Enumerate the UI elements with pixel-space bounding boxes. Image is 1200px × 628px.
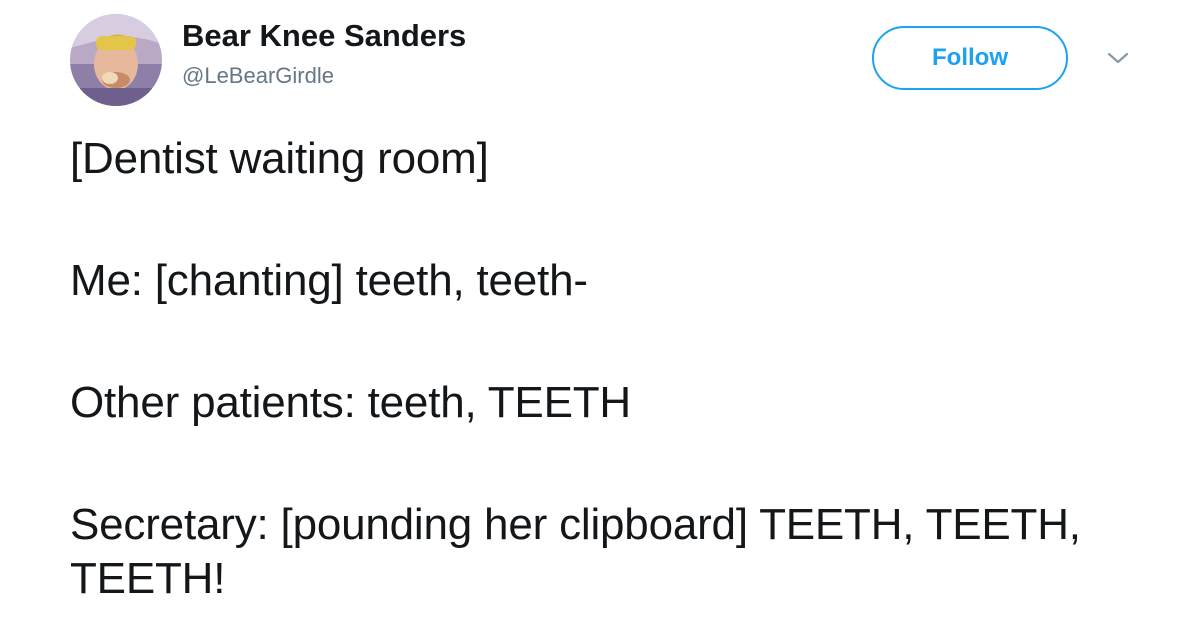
user-handle[interactable]: @LeBearGirdle xyxy=(182,60,466,92)
user-names: Bear Knee Sanders @LeBearGirdle xyxy=(182,16,466,92)
avatar-photo xyxy=(70,14,162,106)
tweet-paragraph: Secretary: [pounding her clipboard] TEET… xyxy=(70,500,1081,603)
display-name[interactable]: Bear Knee Sanders xyxy=(182,16,466,56)
tweet-paragraph: Me: [chanting] teeth, teeth- xyxy=(70,256,588,305)
tweet-paragraph: Other patients: teeth, TEETH xyxy=(70,378,631,427)
follow-button[interactable]: Follow xyxy=(872,26,1068,90)
tweet-paragraph: [Dentist waiting room] xyxy=(70,134,489,183)
chevron-down-icon[interactable] xyxy=(1106,48,1130,68)
avatar[interactable] xyxy=(70,14,162,106)
tweet-text: [Dentist waiting room] Me: [chanting] te… xyxy=(70,132,1150,606)
tweet-card: Bear Knee Sanders @LeBearGirdle Follow [… xyxy=(0,0,1200,628)
tweet-header: Bear Knee Sanders @LeBearGirdle Follow xyxy=(70,14,1150,106)
